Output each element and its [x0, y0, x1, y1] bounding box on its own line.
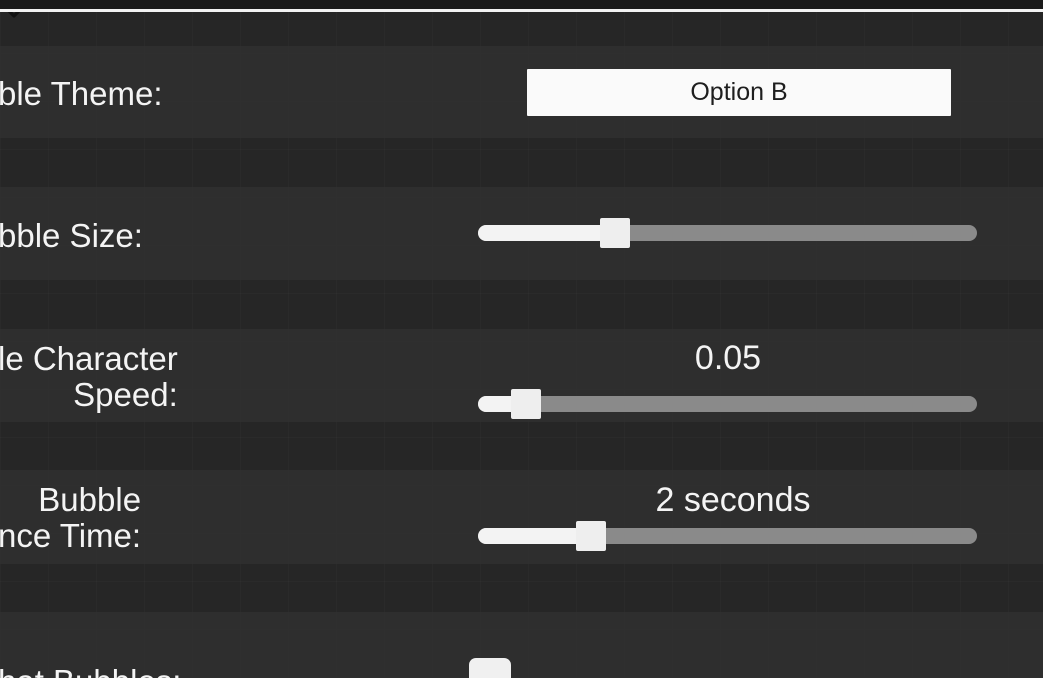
top-bar — [0, 0, 1043, 9]
size-slider-track[interactable] — [478, 225, 977, 241]
top-divider — [0, 9, 1043, 12]
size-slider-fill — [478, 225, 615, 241]
theme-dropdown[interactable]: Option B — [527, 69, 951, 116]
settings-panel: ble Theme: Option B bble Size: le Charac… — [0, 0, 1043, 678]
time-label: Bubble nce Time: — [0, 481, 142, 554]
time-value: 2 seconds — [655, 481, 811, 519]
size-label: bble Size: — [0, 217, 143, 254]
speed-value: 0.05 — [694, 339, 762, 377]
speed-slider-track[interactable] — [478, 396, 977, 412]
time-slider-fill — [478, 528, 592, 544]
speed-slider-handle[interactable] — [510, 389, 541, 419]
time-slider-handle[interactable] — [576, 521, 607, 551]
show-label: hat Bubbles: — [0, 664, 181, 678]
time-slider-track[interactable] — [478, 528, 977, 544]
size-slider-handle[interactable] — [599, 218, 630, 248]
show-bubbles-checkbox[interactable] — [469, 658, 511, 678]
speed-label: le Character Speed: — [0, 340, 178, 413]
theme-label: ble Theme: — [0, 75, 163, 112]
theme-selected-value: Option B — [690, 78, 788, 106]
